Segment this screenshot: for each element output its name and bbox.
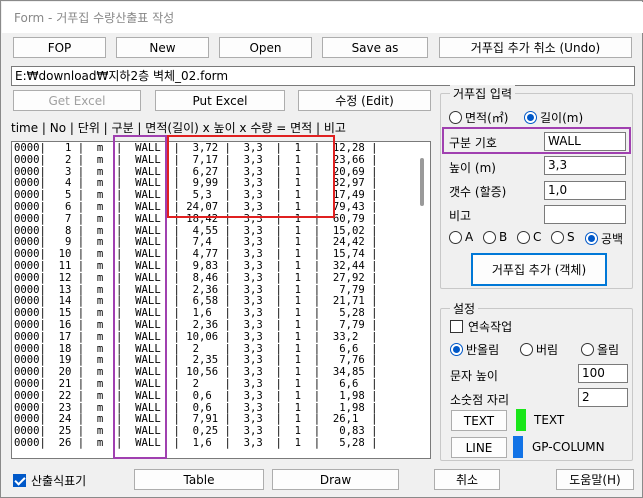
- note-field[interactable]: [544, 205, 626, 224]
- help-button[interactable]: 도움말(H): [556, 469, 634, 490]
- list-rows: 0000| 1 | m | WALL | 3,72 | 3,3 | 1 | 12…: [14, 142, 378, 450]
- checkbox-checked-icon: [13, 474, 26, 487]
- text-height-label: 문자 높이: [450, 369, 498, 383]
- line-color-swatch[interactable]: [513, 436, 523, 458]
- category-label: 구분 기호: [449, 136, 497, 150]
- list-row[interactable]: 0000| 26 | m | WALL | 1,6 | 3,3 | 1 | 5,…: [14, 437, 378, 450]
- ceil-label: 올림: [597, 343, 620, 357]
- fop-button[interactable]: FOP: [13, 37, 106, 58]
- list-row[interactable]: 0000| 17 | m | WALL | 10,06 | 3,3 | 1 | …: [14, 331, 378, 344]
- show-table-label: 산출식표기: [31, 474, 87, 488]
- window-title: Form - 거푸집 수량산출표 작성: [14, 11, 175, 25]
- ceil-radio[interactable]: 올림: [581, 341, 619, 358]
- floor-radio[interactable]: 버림: [520, 341, 558, 358]
- list-row[interactable]: 0000| 7 | m | WALL | 18,42 | 3,3 | 1 | 6…: [14, 213, 378, 226]
- opt-blank-label: 공백: [601, 232, 624, 246]
- add-formwork-button[interactable]: 거푸집 추가 (객체): [471, 253, 607, 286]
- list-header: time | No | 단위 | 구분 | 면적(길이) x 높이 x 수량 =…: [11, 121, 346, 135]
- count-field[interactable]: 1,0: [544, 181, 626, 200]
- radio-selected-icon: [450, 343, 463, 356]
- text-layer-name: TEXT: [534, 413, 565, 427]
- line-layer-button[interactable]: LINE: [451, 437, 507, 458]
- cancel-button[interactable]: 취소: [434, 469, 500, 490]
- quantity-list[interactable]: 0000| 1 | m | WALL | 3,72 | 3,3 | 1 | 12…: [11, 141, 431, 459]
- text-height-field[interactable]: 100: [578, 364, 628, 383]
- list-row[interactable]: 0000| 6 | m | WALL | 24,07 | 3,3 | 1 | 7…: [14, 201, 378, 214]
- radio-circle-icon: [517, 230, 530, 244]
- radio-selected-icon: [524, 111, 537, 124]
- opt-a-radio[interactable]: A: [449, 230, 473, 244]
- settings-group-title: 설정: [450, 300, 479, 317]
- form-window: Form - 거푸집 수량산출표 작성 FOP New Open Save as…: [0, 0, 643, 498]
- list-row[interactable]: 0000| 12 | m | WALL | 8,46 | 3,3 | 1 | 2…: [14, 272, 378, 285]
- opt-s-label: S: [567, 230, 575, 244]
- height-label: 높이 (m): [449, 161, 496, 175]
- save-as-button[interactable]: Save as: [322, 37, 428, 58]
- table-button[interactable]: Table: [134, 469, 264, 490]
- category-field[interactable]: WALL: [544, 132, 626, 151]
- note-label: 비고: [449, 209, 472, 223]
- opt-b-label: B: [499, 230, 508, 244]
- mode-area-label: 면적(㎡): [465, 111, 509, 125]
- decimal-field[interactable]: 2: [578, 388, 628, 407]
- floor-label: 버림: [536, 343, 559, 357]
- opt-c-label: C: [533, 230, 542, 244]
- put-excel-button[interactable]: Put Excel: [155, 90, 285, 111]
- text-layer-button[interactable]: TEXT: [451, 410, 507, 431]
- mode-length-label: 길이(m): [540, 111, 584, 125]
- list-scrollbar[interactable]: [415, 143, 429, 457]
- line-layer-name: GP-COLUMN: [532, 440, 605, 454]
- checkbox-icon: [450, 320, 463, 333]
- radio-circle-icon: [581, 343, 594, 356]
- count-label: 갯수 (할증): [449, 185, 507, 199]
- radio-circle-icon: [520, 343, 533, 356]
- radio-circle-icon: [483, 230, 496, 244]
- mode-area-radio[interactable]: 면적(㎡): [449, 109, 508, 126]
- opt-b-radio[interactable]: B: [483, 230, 507, 244]
- opt-blank-radio[interactable]: 공백: [585, 230, 623, 247]
- text-color-swatch[interactable]: [516, 409, 526, 431]
- radio-selected-icon: [585, 232, 598, 245]
- opt-a-label: A: [465, 230, 474, 244]
- title-bar: Form - 거푸집 수량산출표 작성: [2, 2, 643, 33]
- round-label: 반올림: [466, 343, 500, 357]
- list-row[interactable]: 0000| 16 | m | WALL | 2,36 | 3,3 | 1 | 7…: [14, 319, 378, 332]
- scroll-thumb[interactable]: [420, 158, 424, 206]
- radio-circle-icon: [449, 230, 462, 244]
- continuous-label: 연속작업: [468, 320, 513, 334]
- get-excel-button[interactable]: Get Excel: [13, 90, 141, 111]
- draw-button[interactable]: Draw: [272, 469, 399, 490]
- undo-button[interactable]: 거푸집 추가 취소 (Undo): [439, 37, 632, 58]
- mode-length-radio[interactable]: 길이(m): [524, 109, 583, 126]
- list-row[interactable]: 0000| 21 | m | WALL | 2 | 3,3 | 1 | 6,6 …: [14, 378, 378, 391]
- file-path-field[interactable]: E:₩download₩지하2층 벽체_02.form: [11, 66, 635, 86]
- opt-c-radio[interactable]: C: [517, 230, 541, 244]
- list-row[interactable]: 0000| 22 | m | WALL | 0,6 | 3,3 | 1 | 1,…: [14, 390, 378, 403]
- edit-button[interactable]: 수정 (Edit): [298, 90, 431, 111]
- continuous-checkbox[interactable]: 연속작업: [450, 318, 512, 335]
- list-row[interactable]: 0000| 2 | m | WALL | 7,17 | 3,3 | 1 | 23…: [14, 154, 378, 167]
- open-button[interactable]: Open: [219, 37, 312, 58]
- input-group-title: 거푸집 입력: [450, 85, 516, 102]
- height-field[interactable]: 3,3: [544, 156, 626, 175]
- radio-circle-icon: [449, 111, 462, 124]
- round-radio[interactable]: 반올림: [450, 341, 499, 358]
- radio-circle-icon: [551, 230, 564, 244]
- decimal-label: 소숫점 자리: [450, 393, 510, 407]
- list-row[interactable]: 0000| 11 | m | WALL | 9,83 | 3,3 | 1 | 3…: [14, 260, 378, 273]
- opt-s-radio[interactable]: S: [551, 230, 575, 244]
- new-button[interactable]: New: [116, 37, 209, 58]
- show-table-checkbox[interactable]: 산출식표기: [13, 472, 86, 489]
